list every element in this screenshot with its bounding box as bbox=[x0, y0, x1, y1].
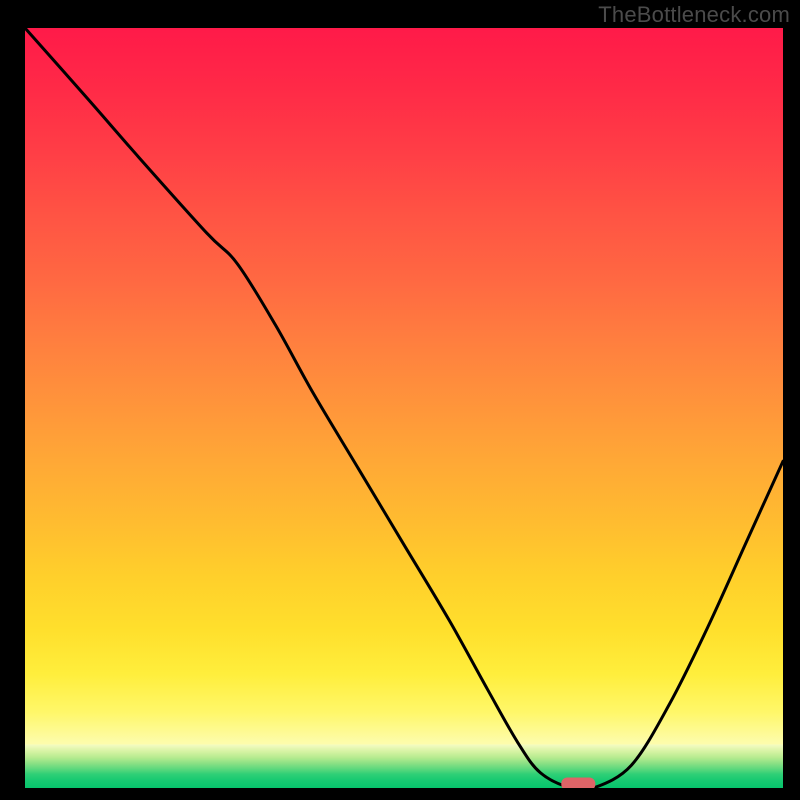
bottleneck-curve bbox=[25, 28, 783, 788]
chart-frame: TheBottleneck.com bbox=[0, 0, 800, 800]
attribution-text: TheBottleneck.com bbox=[598, 2, 790, 28]
plot-area bbox=[25, 28, 783, 788]
optimal-point-marker bbox=[561, 778, 595, 789]
